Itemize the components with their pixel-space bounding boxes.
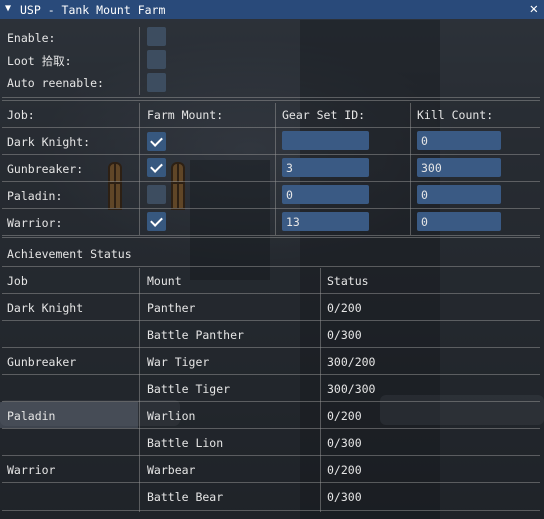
job-label-paladin: Paladin: — [7, 189, 63, 203]
farm-mount-checkbox-gunbreaker[interactable] — [147, 158, 166, 177]
row-divider — [2, 320, 540, 321]
row-divider — [2, 208, 540, 209]
kill-count-input-dark-knight[interactable] — [417, 131, 501, 150]
jobs-header-gear-set-id: Gear Set ID: — [282, 108, 366, 122]
section-separator — [2, 100, 540, 101]
column-divider — [275, 103, 276, 235]
checkmark-icon — [150, 214, 163, 227]
gear-set-input-gunbreaker[interactable] — [282, 158, 369, 177]
row-divider — [2, 428, 540, 429]
row-divider — [2, 266, 540, 267]
job-label-dark-knight: Dark Knight: — [7, 135, 91, 149]
row-divider — [2, 235, 540, 236]
achievement-row-mount: Warbear — [147, 463, 196, 477]
achievement-row-status: 0/200 — [327, 463, 362, 477]
row-divider — [2, 181, 540, 182]
kill-count-input-paladin[interactable] — [417, 185, 501, 204]
achievement-header-mount: Mount — [147, 274, 182, 288]
row-divider — [2, 154, 540, 155]
achievement-section-title: Achievement Status — [7, 247, 132, 261]
checkmark-icon — [150, 134, 163, 147]
close-icon[interactable]: ✕ — [530, 1, 538, 17]
farm-mount-checkbox-dark-knight[interactable] — [147, 132, 166, 151]
checkmark-icon — [150, 160, 163, 173]
jobs-header-job: Job: — [7, 108, 35, 122]
achievement-row-status: 300/200 — [327, 355, 376, 369]
farm-mount-checkbox-warrior[interactable] — [147, 212, 166, 231]
loot-checkbox[interactable] — [147, 50, 166, 69]
achievement-row-mount: Battle Tiger — [147, 382, 231, 396]
row-divider — [2, 510, 540, 511]
row-divider — [2, 374, 540, 375]
window-body — [0, 19, 544, 519]
achievement-header-job: Job — [7, 274, 28, 288]
auto-reenable-checkbox[interactable] — [147, 73, 166, 92]
achievement-header-status: Status — [327, 274, 369, 288]
job-label-warrior: Warrior: — [7, 216, 63, 230]
job-label-gunbreaker: Gunbreaker: — [7, 162, 84, 176]
column-divider — [139, 103, 140, 235]
jobs-header-farm-mount: Farm Mount: — [147, 108, 224, 122]
enable-checkbox[interactable] — [147, 27, 166, 46]
row-divider — [2, 482, 540, 483]
column-divider — [139, 268, 140, 512]
achievement-row-job: Warrior — [7, 463, 56, 477]
row-divider — [2, 293, 540, 294]
achievement-row-status: 0/200 — [327, 301, 362, 315]
achievement-row-mount: War Tiger — [147, 355, 210, 369]
gear-set-input-paladin[interactable] — [282, 185, 369, 204]
column-divider — [139, 27, 140, 95]
section-separator — [2, 237, 540, 238]
row-divider — [2, 127, 540, 128]
achievement-row-mount: Battle Lion — [147, 436, 224, 450]
row-divider — [2, 455, 540, 456]
achievement-row-status: 300/300 — [327, 382, 376, 396]
achievement-row-status: 0/300 — [327, 490, 362, 504]
achievement-row-status: 0/300 — [327, 436, 362, 450]
row-divider — [2, 347, 540, 348]
setting-label-loot: Loot 拾取: — [7, 54, 72, 68]
window-title: USP - Tank Mount Farm — [20, 3, 166, 17]
column-divider — [320, 268, 321, 512]
achievement-row-status: 0/300 — [327, 328, 362, 342]
achievement-row-mount: Battle Panther — [147, 328, 244, 342]
gear-set-input-warrior[interactable] — [282, 212, 369, 231]
kill-count-input-warrior[interactable] — [417, 212, 501, 231]
jobs-header-kill-count: Kill Count: — [417, 108, 494, 122]
achievement-row-mount: Panther — [147, 301, 196, 315]
farm-mount-checkbox-paladin[interactable] — [147, 185, 166, 204]
achievement-row-status: 0/200 — [327, 409, 362, 423]
collapse-triangle-icon[interactable]: ▼ — [5, 3, 11, 14]
achievement-row-job: Dark Knight — [7, 301, 84, 315]
column-divider — [410, 103, 411, 235]
achievement-row-mount: Warlion — [147, 409, 196, 423]
setting-label-enable: Enable: — [7, 31, 56, 45]
gear-set-input-dark-knight[interactable] — [282, 131, 369, 150]
setting-label-auto-reenable: Auto reenable: — [7, 76, 104, 90]
achievement-row-mount: Battle Bear — [147, 490, 224, 504]
window-title-bar[interactable]: ▼ USP - Tank Mount Farm ✕ — [0, 0, 544, 19]
achievement-row-job: Paladin — [7, 409, 56, 423]
kill-count-input-gunbreaker[interactable] — [417, 158, 501, 177]
section-separator — [2, 97, 540, 98]
achievement-row-job: Gunbreaker — [7, 355, 77, 369]
